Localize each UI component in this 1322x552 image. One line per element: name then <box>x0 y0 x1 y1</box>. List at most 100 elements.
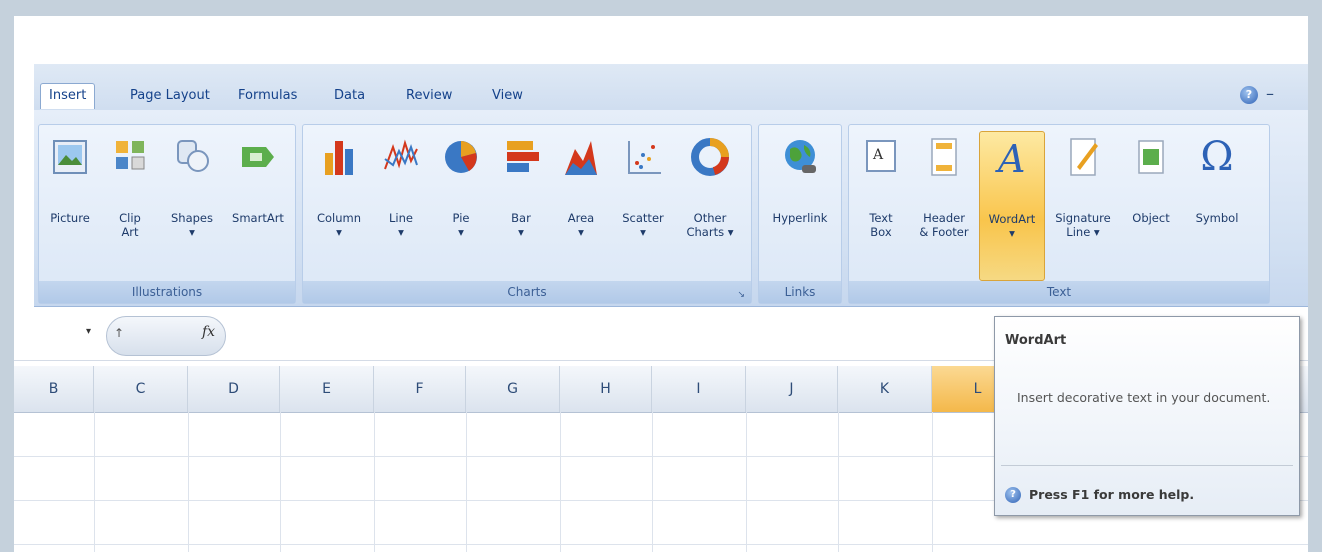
grid-column-line <box>280 412 281 552</box>
help-icon: ? <box>1005 487 1021 503</box>
tooltip-description: Insert decorative text in your document. <box>1017 390 1271 405</box>
ribbon: Picture Clip Art Shapes ▾ SmartArt Illus… <box>34 110 1308 307</box>
scatter-chart-button[interactable]: Scatter ▾ <box>613 131 673 281</box>
grid-column-line <box>188 412 189 552</box>
shapes-icon <box>177 140 209 172</box>
grid-column-line <box>746 412 747 552</box>
symbol-label: Symbol <box>1195 211 1239 225</box>
area-chart-button[interactable]: Area ▾ <box>553 131 609 281</box>
column-chart-icon <box>325 141 353 175</box>
scatter-chart-icon <box>628 141 661 174</box>
object-icon <box>1138 140 1164 174</box>
bar-chart-label: Bar ▾ <box>511 211 531 239</box>
signature-line-icon <box>1070 138 1098 176</box>
other-charts-button[interactable]: Other Charts ▾ <box>677 131 743 281</box>
insert-function-icon[interactable]: fx <box>202 324 215 340</box>
grid-column-line <box>652 412 653 552</box>
omega-icon: Ω <box>1200 134 1234 180</box>
grid-row-line <box>14 544 1308 545</box>
tab-review[interactable]: Review <box>398 84 460 108</box>
wordart-label: WordArt ▾ <box>988 212 1036 240</box>
pie-chart-icon <box>445 141 477 173</box>
header-footer-icon <box>931 138 957 176</box>
column-header-k[interactable]: K <box>838 366 932 412</box>
tab-page-layout[interactable]: Page Layout <box>122 84 218 108</box>
group-charts: Column ▾ Line ▾ Pie ▾ Bar ▾ Area ▾ Scatt… <box>302 124 752 304</box>
hyperlink-label: Hyperlink <box>772 211 828 225</box>
other-charts-label: Other Charts ▾ <box>686 211 734 239</box>
column-header-g[interactable]: G <box>466 366 560 412</box>
group-text: A Text Box Header & Footer A WordArt ▾ S… <box>848 124 1270 304</box>
tab-data[interactable]: Data <box>326 84 373 108</box>
column-header-e[interactable]: E <box>280 366 374 412</box>
wordart-button[interactable]: A WordArt ▾ <box>979 131 1045 281</box>
group-label-charts: Charts <box>303 281 751 303</box>
line-chart-icon <box>384 139 418 170</box>
svg-text:A: A <box>995 137 1025 180</box>
text-box-icon: A <box>866 140 896 172</box>
grid-column-line <box>94 412 95 552</box>
smartart-label: SmartArt <box>232 211 284 225</box>
name-box-dropdown-icon[interactable]: ▾ <box>86 326 91 337</box>
pie-chart-label: Pie ▾ <box>452 211 470 239</box>
column-header-d[interactable]: D <box>188 366 280 412</box>
object-label: Object <box>1132 211 1170 225</box>
grid-column-line <box>932 412 933 552</box>
shapes-button[interactable]: Shapes ▾ <box>161 131 223 281</box>
object-button[interactable]: Object <box>1121 131 1181 281</box>
wordart-tooltip: WordArt Insert decorative text in your d… <box>994 316 1300 516</box>
help-icon[interactable]: ? <box>1240 86 1258 104</box>
group-label-text: Text <box>849 281 1269 303</box>
column-header-f[interactable]: F <box>374 366 466 412</box>
bar-chart-button[interactable]: Bar ▾ <box>493 131 549 281</box>
signature-line-label: Signature Line ▾ <box>1055 211 1111 239</box>
excel-window: Insert Page Layout Formulas Data Review … <box>14 16 1308 552</box>
shapes-label: Shapes ▾ <box>170 211 213 239</box>
globe-icon <box>785 140 816 173</box>
minimize-ribbon-icon[interactable]: – <box>1266 84 1274 103</box>
symbol-button[interactable]: Ω Symbol <box>1185 131 1249 281</box>
picture-button[interactable]: Picture <box>41 131 99 281</box>
charts-dialog-launcher-icon[interactable]: ↘ <box>737 290 745 300</box>
column-chart-button[interactable]: Column ▾ <box>309 131 369 281</box>
line-chart-button[interactable]: Line ▾ <box>373 131 429 281</box>
clip-art-label: Clip Art <box>119 211 141 239</box>
tab-formulas[interactable]: Formulas <box>230 84 305 108</box>
grid-column-line <box>560 412 561 552</box>
other-charts-icon <box>691 138 729 176</box>
tooltip-divider <box>1001 465 1293 466</box>
text-box-label: Text Box <box>869 211 893 239</box>
area-chart-icon <box>565 141 597 175</box>
grid-column-line <box>838 412 839 552</box>
column-chart-label: Column ▾ <box>316 211 362 239</box>
tab-insert[interactable]: Insert <box>40 83 96 109</box>
group-label-links: Links <box>759 281 841 303</box>
header-footer-button[interactable]: Header & Footer <box>913 131 975 281</box>
pie-chart-button[interactable]: Pie ▾ <box>433 131 489 281</box>
column-header-c[interactable]: C <box>94 366 188 412</box>
bar-chart-icon <box>507 141 539 172</box>
signature-line-button[interactable]: Signature Line ▾ <box>1049 131 1117 281</box>
grid-column-line <box>466 412 467 552</box>
smartart-button[interactable]: SmartArt <box>225 131 291 281</box>
column-header-h[interactable]: H <box>560 366 652 412</box>
wordart-icon: A <box>995 137 1025 180</box>
column-header-j[interactable]: J <box>746 366 838 412</box>
svg-text:A: A <box>872 147 884 163</box>
picture-label: Picture <box>50 211 90 225</box>
clip-art-icon <box>116 141 145 170</box>
column-header-b[interactable]: B <box>14 366 94 412</box>
column-header-i[interactable]: I <box>652 366 746 412</box>
area-chart-label: Area ▾ <box>567 211 595 239</box>
text-box-button[interactable]: A Text Box <box>853 131 909 281</box>
tab-view[interactable]: View <box>484 84 531 108</box>
hyperlink-button[interactable]: Hyperlink <box>761 131 839 281</box>
scatter-chart-label: Scatter ▾ <box>622 211 664 239</box>
tooltip-title: WordArt <box>1005 333 1067 348</box>
clip-art-button[interactable]: Clip Art <box>101 131 159 281</box>
group-label-illustrations: Illustrations <box>39 281 295 303</box>
picture-icon <box>53 140 87 174</box>
grid-column-line <box>374 412 375 552</box>
group-illustrations: Picture Clip Art Shapes ▾ SmartArt Illus… <box>38 124 296 304</box>
formula-indicator: ↑ <box>114 326 125 340</box>
